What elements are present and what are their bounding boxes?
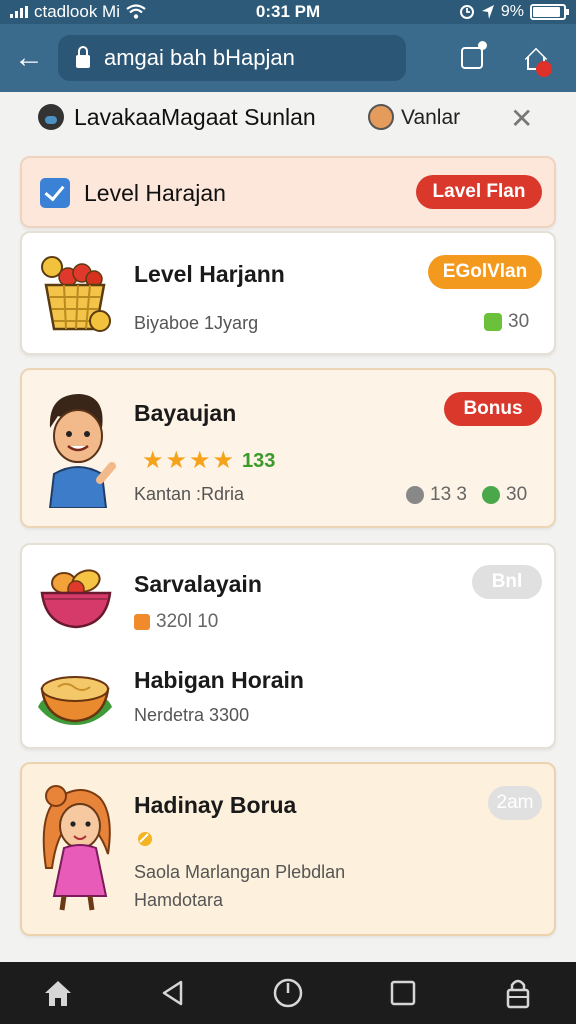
location-icon — [481, 5, 494, 19]
fruit-bowl-icon — [40, 569, 112, 629]
battery-percent: 9% — [500, 3, 524, 20]
card-line-2: Hamdotara — [134, 890, 224, 910]
url-text: amgai bah bHapjan — [104, 45, 295, 70]
card-title: Level Harjann — [134, 261, 285, 287]
card-stat-a: 13 3 — [406, 484, 467, 506]
card-subtitle: Biyaboe 1Jyarg — [134, 313, 259, 333]
list-item[interactable]: Bayaujan Bonus ★ ★ ★ ★ 133 Kantan :Rdria 13… — [20, 368, 556, 528]
list-item[interactable]: Hadinay Borua 2am Saola Marlangan Plebdl… — [20, 762, 556, 936]
card-badge[interactable]: Bonus — [444, 392, 542, 426]
notification-dot — [536, 61, 552, 77]
stat-value: 30 — [506, 484, 528, 505]
card-stat-b: 30 — [482, 484, 527, 506]
tabs-button[interactable] — [452, 38, 492, 78]
card-line-1: Saola Marlangan Plebdlan — [134, 862, 346, 882]
home-icon — [44, 981, 71, 1006]
back-button[interactable]: ← — [14, 41, 58, 75]
money-basket-icon — [41, 256, 111, 332]
account-row: LavakaaMagaat Sunlan Vanlar ✕ — [0, 92, 576, 142]
stat-value: 13 3 — [430, 484, 467, 505]
nav-lock-button[interactable] — [496, 971, 540, 1015]
points-value: 320l 10 — [156, 611, 219, 632]
list-item[interactable]: Level Harjann Biyaboe 1Jyarg EGolVlan 30 — [20, 231, 556, 355]
nav-power-button[interactable] — [266, 971, 310, 1015]
rating-value: 133 — [242, 450, 276, 472]
wifi-icon — [126, 4, 146, 19]
header-badge[interactable]: Lavel Flan — [416, 175, 542, 209]
power-icon — [273, 978, 303, 1008]
status-bar: ctadlook Mi 0:31 PM 9% — [0, 0, 576, 24]
points-row: 320l 10 — [134, 611, 218, 633]
alarm-icon — [459, 5, 474, 19]
star-rating: ★ ★ ★ ★ — [142, 446, 234, 475]
select-checkbox[interactable] — [40, 178, 70, 208]
star-icon: ★ — [142, 447, 164, 474]
url-field[interactable]: amgai bah bHapjan — [58, 35, 406, 81]
star-icon: ★ — [165, 447, 188, 474]
list-item[interactable]: Sarvalayain Bnl 320l 10 Habigan Horain N… — [20, 543, 556, 749]
tools-icon[interactable]: ✕ — [510, 102, 533, 135]
card-subtitle-2: Nerdetra 3300 — [134, 705, 250, 725]
battery-icon — [530, 4, 569, 20]
card-subtitle: Kantan :Rdria — [134, 484, 245, 504]
system-nav-bar — [0, 962, 576, 1024]
tabs-icon — [461, 41, 487, 69]
card-badge[interactable]: EGolVlan — [428, 255, 542, 289]
account-avatar[interactable] — [38, 104, 64, 130]
browser-toolbar: ← amgai bah bHapjan — [0, 24, 576, 92]
time-badge: 2am — [488, 786, 542, 820]
nav-home-button[interactable] — [36, 971, 80, 1015]
stat-value: 30 — [508, 311, 530, 332]
lock-icon — [76, 45, 90, 68]
back-triangle-icon — [162, 980, 183, 1006]
card-badge[interactable]: Bnl — [472, 565, 542, 599]
back-arrow-icon: ← — [14, 41, 44, 74]
card-title: Sarvalayain — [134, 571, 262, 597]
card-title: Bayaujan — [134, 400, 237, 426]
star-icon: ★ — [189, 447, 211, 474]
header-card: Level Harajan Lavel Flan — [20, 156, 556, 228]
coin-icon — [484, 313, 502, 331]
coin-icon — [138, 832, 152, 846]
girl-avatar-icon — [42, 785, 111, 911]
card-title-2: Habigan Horain — [134, 667, 304, 693]
signal-icon — [10, 6, 28, 18]
account-name: LavakaaMagaat Sunlan — [74, 103, 316, 130]
gift-icon — [134, 614, 150, 630]
nav-recents-button[interactable] — [381, 971, 425, 1015]
padlock-icon — [507, 979, 530, 1009]
header-title: Level Harajan — [84, 180, 226, 206]
user-avatar[interactable] — [368, 104, 394, 130]
star-icon: ★ — [212, 447, 235, 474]
user-name[interactable]: Vanlar — [401, 106, 460, 130]
clock-icon — [406, 486, 424, 504]
soup-bowl-icon — [38, 676, 112, 725]
recents-square-icon — [390, 980, 416, 1006]
card-stat: 30 — [484, 311, 529, 333]
card-title: Hadinay Borua — [134, 792, 297, 818]
carrier-name: ctadlook Mi — [34, 2, 120, 21]
nav-back-button[interactable] — [151, 971, 195, 1015]
chat-icon — [482, 486, 500, 504]
boy-avatar-icon — [48, 394, 116, 508]
